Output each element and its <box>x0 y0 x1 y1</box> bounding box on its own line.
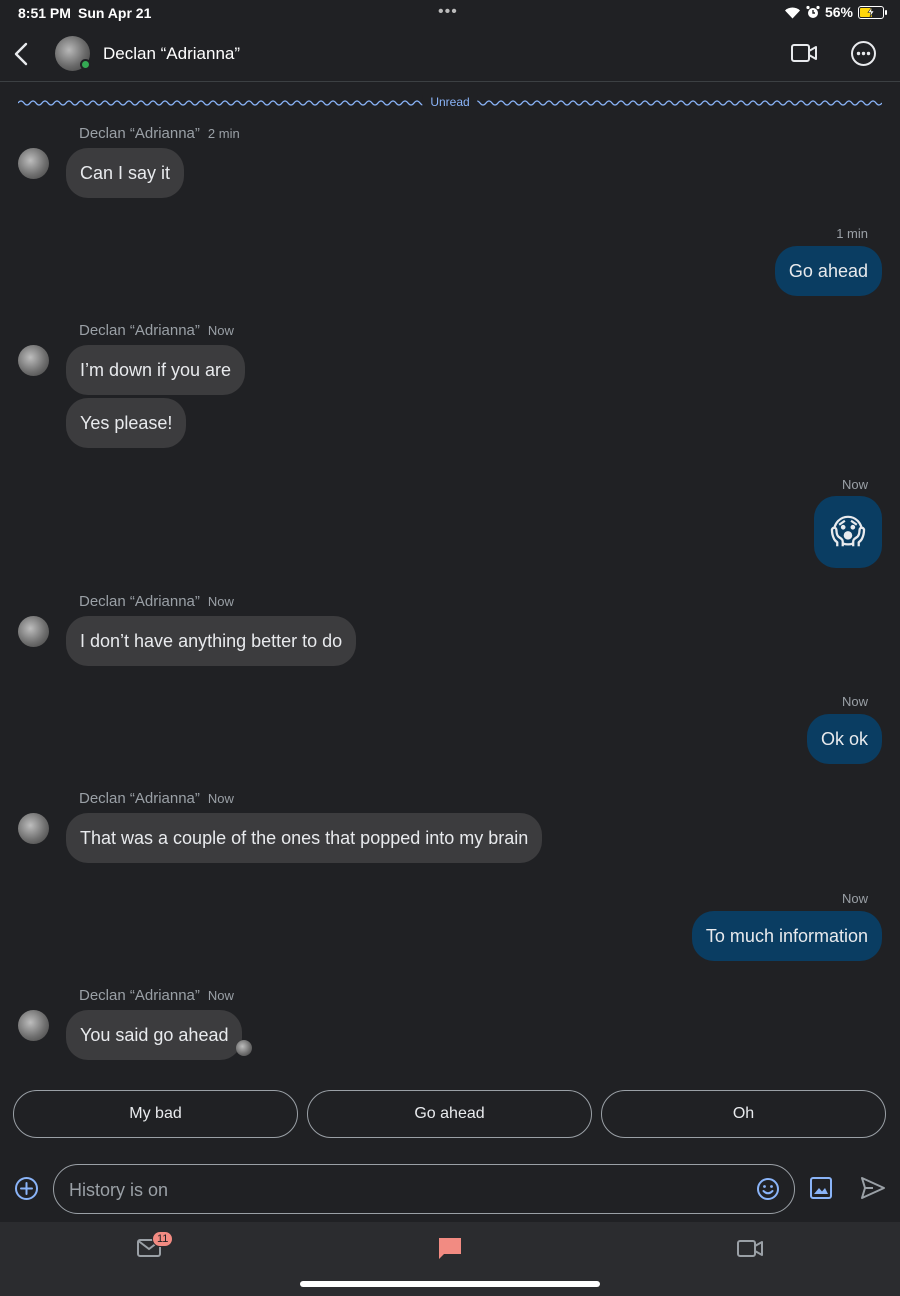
outgoing-message-bubble[interactable]: Go ahead <box>774 246 882 296</box>
smart-reply-button[interactable]: My bad <box>13 1090 298 1138</box>
status-bar: 8:51 PM Sun Apr 21 ••• 56% <box>0 0 900 26</box>
message-sender-line: Declan “Adrianna” 2 min <box>79 125 240 142</box>
status-date: Sun Apr 21 <box>78 5 152 21</box>
message-time: 2 min <box>207 126 240 141</box>
battery-percent: 56% <box>824 4 853 20</box>
conversation-header: Declan “Adrianna” <box>0 26 900 82</box>
status-indicators: 56% <box>784 4 887 20</box>
sender-avatar[interactable] <box>18 616 49 647</box>
message-time: Now <box>207 988 234 1003</box>
message-time: 1 min <box>836 226 868 241</box>
more-options-icon[interactable] <box>850 40 877 67</box>
battery-charging-icon <box>858 5 887 19</box>
sender-avatar[interactable] <box>18 813 49 844</box>
message-time: Now <box>207 791 234 806</box>
meet-icon[interactable] <box>736 1236 764 1260</box>
message-time: Now <box>841 891 868 906</box>
sender-avatar[interactable] <box>18 148 49 179</box>
incoming-message-bubble[interactable]: You said go ahead <box>66 1010 243 1060</box>
message-input-placeholder: History is on <box>69 1180 169 1200</box>
sender-name: Declan “Adrianna” <box>79 593 200 610</box>
incoming-message-bubble[interactable]: That was a couple of the ones that poppe… <box>66 813 543 863</box>
bottom-navigation: 11 <box>0 1222 900 1296</box>
status-time: 8:51 PM <box>18 5 71 21</box>
message-sender-line: Declan “Adrianna” Now <box>79 790 234 807</box>
sender-name: Declan “Adrianna” <box>79 790 200 807</box>
send-icon[interactable] <box>859 1175 886 1201</box>
online-status-dot <box>80 59 91 70</box>
outgoing-emoji-bubble[interactable]: 😱 <box>814 496 882 568</box>
sender-avatar[interactable] <box>18 1010 49 1041</box>
incoming-message-bubble[interactable]: I’m down if you are <box>66 345 246 395</box>
sender-name: Declan “Adrianna” <box>79 987 200 1004</box>
message-sender-line: Declan “Adrianna” Now <box>79 593 234 610</box>
chat-icon[interactable] <box>436 1235 464 1261</box>
message-sender-line: Declan “Adrianna” Now <box>79 987 234 1004</box>
video-call-icon[interactable] <box>790 41 818 65</box>
unread-divider: Unread <box>18 94 882 112</box>
wifi-icon <box>784 7 800 18</box>
incoming-message-bubble[interactable]: Yes please! <box>66 398 187 448</box>
sender-avatar[interactable] <box>18 345 49 376</box>
contact-name[interactable]: Declan “Adrianna” <box>103 44 240 64</box>
message-time: Now <box>207 323 234 338</box>
message-input[interactable]: History is on <box>53 1164 795 1214</box>
message-sender-line: Declan “Adrianna” Now <box>79 322 234 339</box>
multitasking-dots-icon[interactable]: ••• <box>438 3 458 21</box>
emoji-icon[interactable] <box>756 1177 780 1201</box>
mail-unread-badge: 11 <box>152 1231 174 1247</box>
image-icon[interactable] <box>808 1175 834 1201</box>
message-time: Now <box>841 477 868 492</box>
incoming-message-bubble[interactable]: Can I say it <box>66 148 185 198</box>
message-time: Now <box>841 694 868 709</box>
unread-label: Unread <box>422 95 478 109</box>
outgoing-message-bubble[interactable]: Ok ok <box>806 714 882 764</box>
message-time: Now <box>207 594 234 609</box>
home-indicator[interactable] <box>300 1281 600 1287</box>
sender-name: Declan “Adrianna” <box>79 322 200 339</box>
incoming-message-bubble[interactable]: I don’t have anything better to do <box>66 616 357 666</box>
read-receipt-avatar <box>236 1040 252 1056</box>
back-chevron-icon[interactable] <box>10 40 34 68</box>
add-icon[interactable] <box>14 1176 39 1201</box>
sender-name: Declan “Adrianna” <box>79 125 200 142</box>
outgoing-message-bubble[interactable]: To much information <box>691 911 882 961</box>
smart-reply-button[interactable]: Oh <box>601 1090 886 1138</box>
alarm-icon <box>806 5 820 18</box>
smart-reply-button[interactable]: Go ahead <box>307 1090 592 1138</box>
